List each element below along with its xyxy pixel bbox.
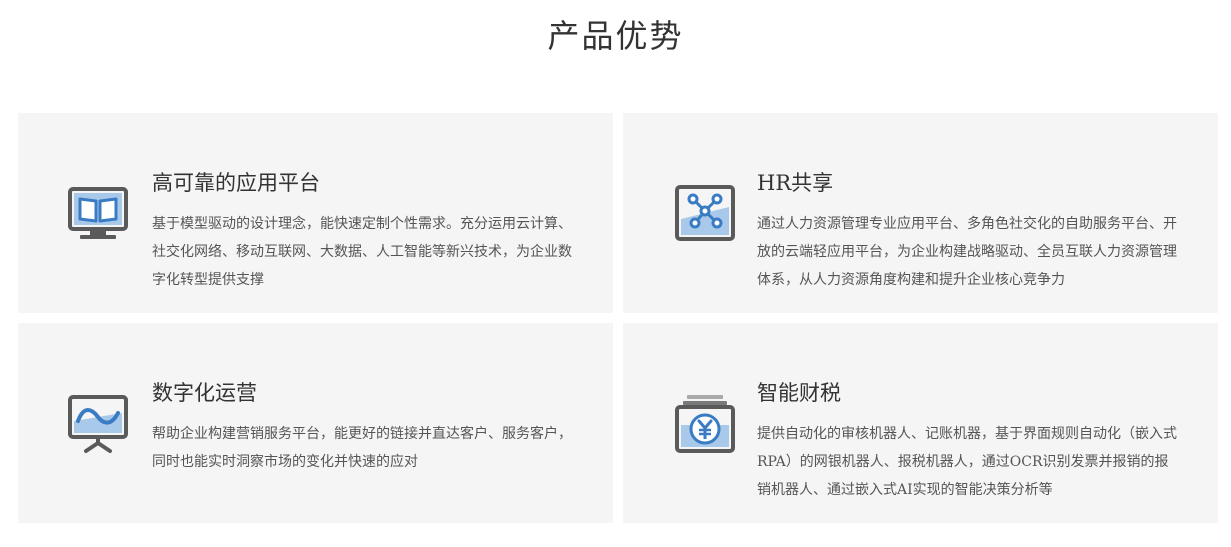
card-title: 高可靠的应用平台 [152,171,320,195]
presentation-board-icon [66,391,130,455]
card-reliable-platform[interactable]: 高可靠的应用平台 基于模型驱动的设计理念，能快速定制个性需求。充分运用云计算、社… [18,113,613,313]
network-share-icon [673,181,737,245]
monitor-book-icon [66,181,130,245]
card-description: 通过人力资源管理专业应用平台、多角色社交化的自助服务平台、开放的云端轻应用平台，… [757,216,1177,288]
card-title: 数字化运营 [152,381,257,405]
card-title: 智能财税 [757,381,841,405]
card-description: 提供自动化的审核机器人、记账机器，基于界面规则自动化（嵌入式RPA）的网银机器人… [757,426,1177,498]
section-title: 产品优势 [547,17,684,55]
card-hr-share[interactable]: HR共享 通过人力资源管理专业应用平台、多角色社交化的自助服务平台、开放的云端轻… [623,113,1218,313]
card-smart-tax[interactable]: 智能财税 提供自动化的审核机器人、记账机器，基于界面规则自动化（嵌入式RPA）的… [623,323,1218,523]
card-description: 帮助企业构建营销服务平台，能更好的链接并直达客户、服务客户，同时也能实时洞察市场… [152,426,572,470]
yuan-stack-icon [673,391,737,455]
card-title: HR共享 [757,171,834,195]
card-description: 基于模型驱动的设计理念，能快速定制个性需求。充分运用云计算、社交化网络、移动互联… [152,216,572,288]
card-digital-operations[interactable]: 数字化运营 帮助企业构建营销服务平台，能更好的链接并直达客户、服务客户，同时也能… [18,323,613,523]
